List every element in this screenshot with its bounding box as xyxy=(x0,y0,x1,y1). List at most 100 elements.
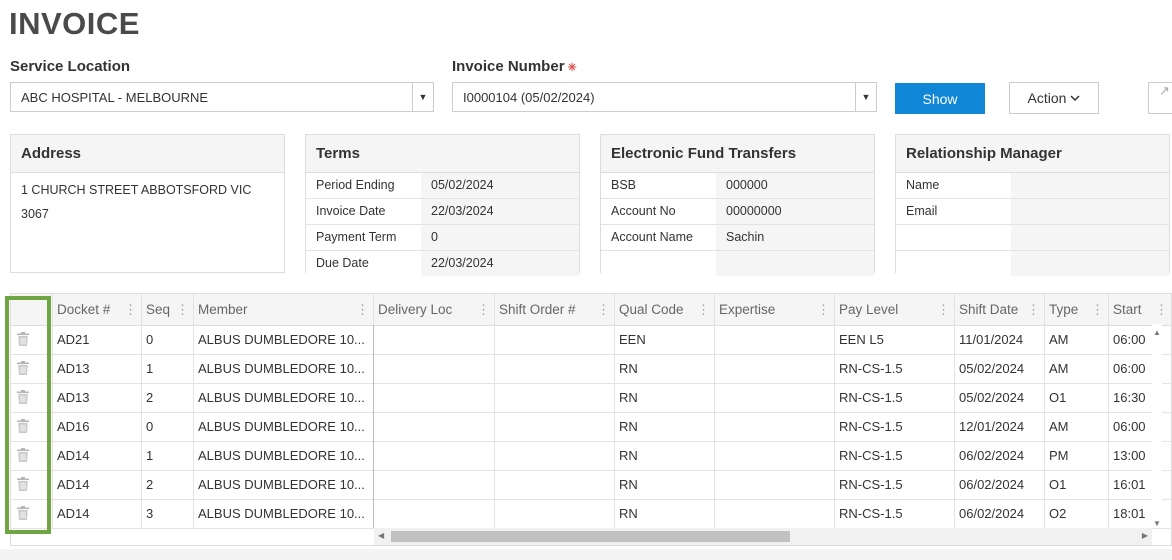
cell-start: 13:00 xyxy=(1109,441,1171,470)
scroll-left-icon[interactable]: ◀ xyxy=(378,531,384,540)
column-header-start[interactable]: Start ⋮ xyxy=(1109,294,1171,325)
column-header-seq[interactable]: Seq ⋮ xyxy=(142,294,194,325)
show-button[interactable]: Show xyxy=(895,83,985,114)
cell-type: O1 xyxy=(1045,470,1109,499)
column-header-member[interactable]: Member ⋮ xyxy=(194,294,374,325)
rm-value xyxy=(1011,199,1169,224)
rm-row xyxy=(896,225,1169,251)
cell-shift-order xyxy=(495,499,615,528)
cell-qual-code: RN xyxy=(615,499,715,528)
cell-expertise xyxy=(715,325,835,354)
rm-value xyxy=(1011,251,1169,276)
kebab-icon[interactable]: ⋮ xyxy=(697,294,710,325)
cell-shift-date: 06/02/2024 xyxy=(955,499,1045,528)
terms-card: Terms Period Ending 05/02/2024 Invoice Da… xyxy=(305,134,580,276)
table-row[interactable]: AD13 1 ALBUS DUMBLEDORE 10... RN RN-CS-1.5 05… xyxy=(11,354,1171,384)
kebab-icon[interactable]: ⋮ xyxy=(176,294,189,325)
column-header-expertise[interactable]: Expertise ⋮ xyxy=(715,294,835,325)
trash-icon[interactable] xyxy=(17,390,29,404)
column-header-shift-order[interactable]: Shift Order # ⋮ xyxy=(495,294,615,325)
column-header-shift-date[interactable]: Shift Date ⋮ xyxy=(955,294,1045,325)
cell-pay-level: RN-CS-1.5 xyxy=(835,470,955,499)
trash-icon[interactable] xyxy=(17,332,29,346)
rm-heading: Relationship Manager xyxy=(896,135,1169,173)
row-action-cell xyxy=(11,441,53,470)
trash-icon[interactable] xyxy=(17,477,29,491)
table-row[interactable]: AD16 0 ALBUS DUMBLEDORE 10... RN RN-CS-1.5 12… xyxy=(11,412,1171,442)
horizontal-scrollbar[interactable]: ◀ ▶ xyxy=(374,528,1152,545)
kebab-icon[interactable]: ⋮ xyxy=(1091,294,1104,325)
cell-member: ALBUS DUMBLEDORE 10... xyxy=(194,383,374,412)
cell-type: AM xyxy=(1045,412,1109,441)
column-header-docket[interactable]: Docket # ⋮ xyxy=(53,294,142,325)
action-button-label: Action xyxy=(1027,90,1067,106)
chevron-down-icon[interactable]: ▼ xyxy=(412,83,433,111)
relationship-manager-card: Relationship Manager Name Email xyxy=(895,134,1170,276)
invoice-number-select[interactable]: I0000104 (05/02/2024) ▼ xyxy=(452,82,877,112)
required-asterisk-icon: ✳ xyxy=(567,62,577,74)
cell-type: O2 xyxy=(1045,499,1109,528)
kebab-icon[interactable]: ⋮ xyxy=(597,294,610,325)
terms-value: 0 xyxy=(421,225,579,250)
terms-key: Due Date xyxy=(306,251,421,276)
column-header-label: Shift Order # xyxy=(499,302,576,317)
scroll-down-icon[interactable]: ▼ xyxy=(1153,519,1161,528)
cell-qual-code: RN xyxy=(615,354,715,383)
column-header-delivery-loc[interactable]: Delivery Loc ⋮ xyxy=(374,294,495,325)
table-row[interactable]: AD13 2 ALBUS DUMBLEDORE 10... RN RN-CS-1.5 05… xyxy=(11,383,1171,413)
service-location-select[interactable]: ABC HOSPITAL - MELBOURNE ▼ xyxy=(10,82,434,112)
grid-header: Docket # ⋮ Seq ⋮ Member ⋮ Delivery Loc ⋮ Shift O… xyxy=(11,294,1171,326)
trash-icon[interactable] xyxy=(17,361,29,375)
cell-pay-level: EEN L5 xyxy=(835,325,955,354)
column-header-action[interactable] xyxy=(11,294,53,325)
eft-value: 00000000 xyxy=(716,199,874,224)
kebab-icon[interactable]: ⋮ xyxy=(937,294,950,325)
address-card: Address 1 CHURCH STREET ABBOTSFORD VIC 3… xyxy=(10,134,285,273)
export-button[interactable]: ↗ xyxy=(1148,82,1172,114)
rm-row xyxy=(896,251,1169,276)
cell-shift-date: 05/02/2024 xyxy=(955,354,1045,383)
vertical-scrollbar[interactable]: ▲ ▼ xyxy=(1152,324,1162,528)
trash-icon[interactable] xyxy=(17,419,29,433)
chevron-down-icon[interactable]: ▼ xyxy=(855,83,876,111)
kebab-icon[interactable]: ⋮ xyxy=(1155,294,1168,325)
column-header-type[interactable]: Type ⋮ xyxy=(1045,294,1109,325)
cell-shift-order xyxy=(495,441,615,470)
kebab-icon[interactable]: ⋮ xyxy=(477,294,490,325)
cell-start: 16:30 xyxy=(1109,383,1171,412)
table-row[interactable]: AD14 3 ALBUS DUMBLEDORE 10... RN RN-CS-1.5 06… xyxy=(11,499,1171,529)
trash-icon[interactable] xyxy=(17,506,29,520)
terms-key: Payment Term xyxy=(306,225,421,250)
action-button[interactable]: Action xyxy=(1009,82,1099,114)
table-row[interactable]: AD14 1 ALBUS DUMBLEDORE 10... RN RN-CS-1.5 06… xyxy=(11,441,1171,471)
column-header-label: Member xyxy=(198,302,248,317)
cell-shift-order xyxy=(495,412,615,441)
cell-type: AM xyxy=(1045,354,1109,383)
horizontal-scroll-thumb[interactable] xyxy=(391,531,790,542)
service-location-label: Service Location xyxy=(10,58,131,75)
scroll-up-icon[interactable]: ▲ xyxy=(1153,328,1161,337)
terms-value: 22/03/2024 xyxy=(421,199,579,224)
cell-shift-date: 11/01/2024 xyxy=(955,325,1045,354)
cell-qual-code: EEN xyxy=(615,325,715,354)
kebab-icon[interactable]: ⋮ xyxy=(356,294,369,325)
table-row[interactable]: AD21 0 ALBUS DUMBLEDORE 10... EEN EEN L5 11/0… xyxy=(11,325,1171,355)
terms-row: Due Date 22/03/2024 xyxy=(306,251,579,276)
cell-start: 06:00 xyxy=(1109,412,1171,441)
cell-start: 18:01 xyxy=(1109,499,1171,528)
invoice-number-label-text: Invoice Number xyxy=(452,58,565,75)
trash-icon[interactable] xyxy=(17,448,29,462)
cell-expertise xyxy=(715,354,835,383)
scroll-right-icon[interactable]: ▶ xyxy=(1142,531,1148,540)
cell-delivery-loc xyxy=(374,383,495,412)
column-header-qual-code[interactable]: Qual Code ⋮ xyxy=(615,294,715,325)
cell-qual-code: RN xyxy=(615,383,715,412)
cell-shift-order xyxy=(495,325,615,354)
kebab-icon[interactable]: ⋮ xyxy=(817,294,830,325)
cell-shift-order xyxy=(495,354,615,383)
kebab-icon[interactable]: ⋮ xyxy=(1027,294,1040,325)
cell-pay-level: RN-CS-1.5 xyxy=(835,383,955,412)
table-row[interactable]: AD14 2 ALBUS DUMBLEDORE 10... RN RN-CS-1.5 06… xyxy=(11,470,1171,500)
kebab-icon[interactable]: ⋮ xyxy=(124,294,137,325)
column-header-pay-level[interactable]: Pay Level ⋮ xyxy=(835,294,955,325)
